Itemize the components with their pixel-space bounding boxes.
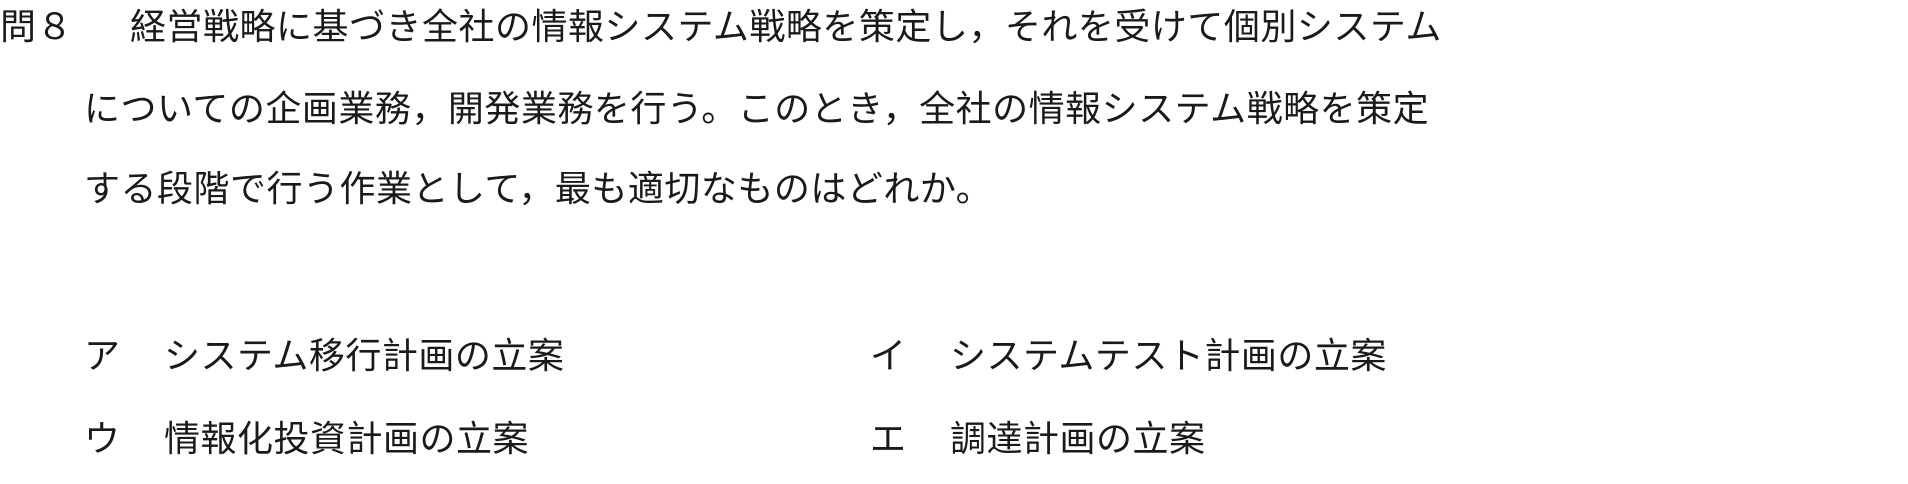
choice-i-text: システムテスト計画の立案 xyxy=(950,336,1387,377)
choice-a-mark: ア xyxy=(84,336,121,377)
question-line-2: についての企画業務，開発業務を行う。このとき，全社の情報システム戦略を策定 xyxy=(84,89,1430,130)
question-number: 問８ xyxy=(0,7,74,48)
question-line-1: 問８ 経営戦略に基づき全社の情報システム戦略を策定し，それを受けて個別システム xyxy=(0,6,1442,50)
exam-page: 問８ 経営戦略に基づき全社の情報システム戦略を策定し，それを受けて個別システム に… xyxy=(0,0,1908,484)
choice-e-text: 調達計画の立案 xyxy=(950,419,1206,460)
choice-i[interactable]: イ システムテスト計画の立案 xyxy=(870,335,1387,379)
question-line-3: する段階で行う作業として，最も適切なものはどれか。 xyxy=(84,169,993,210)
choice-u-text: 情報化投資計画の立案 xyxy=(164,419,530,460)
choice-a-text: システム移行計画の立案 xyxy=(164,336,565,377)
choice-e-mark: エ xyxy=(870,419,907,460)
choice-e[interactable]: エ 調達計画の立案 xyxy=(870,418,1206,462)
choice-u[interactable]: ウ 情報化投資計画の立案 xyxy=(84,418,529,462)
question-text-1: 経営戦略に基づき全社の情報システム戦略を策定し，それを受けて個別システム xyxy=(130,7,1442,48)
choice-u-mark: ウ xyxy=(84,419,121,460)
choice-a[interactable]: ア システム移行計画の立案 xyxy=(84,335,564,379)
choice-i-mark: イ xyxy=(870,336,907,377)
